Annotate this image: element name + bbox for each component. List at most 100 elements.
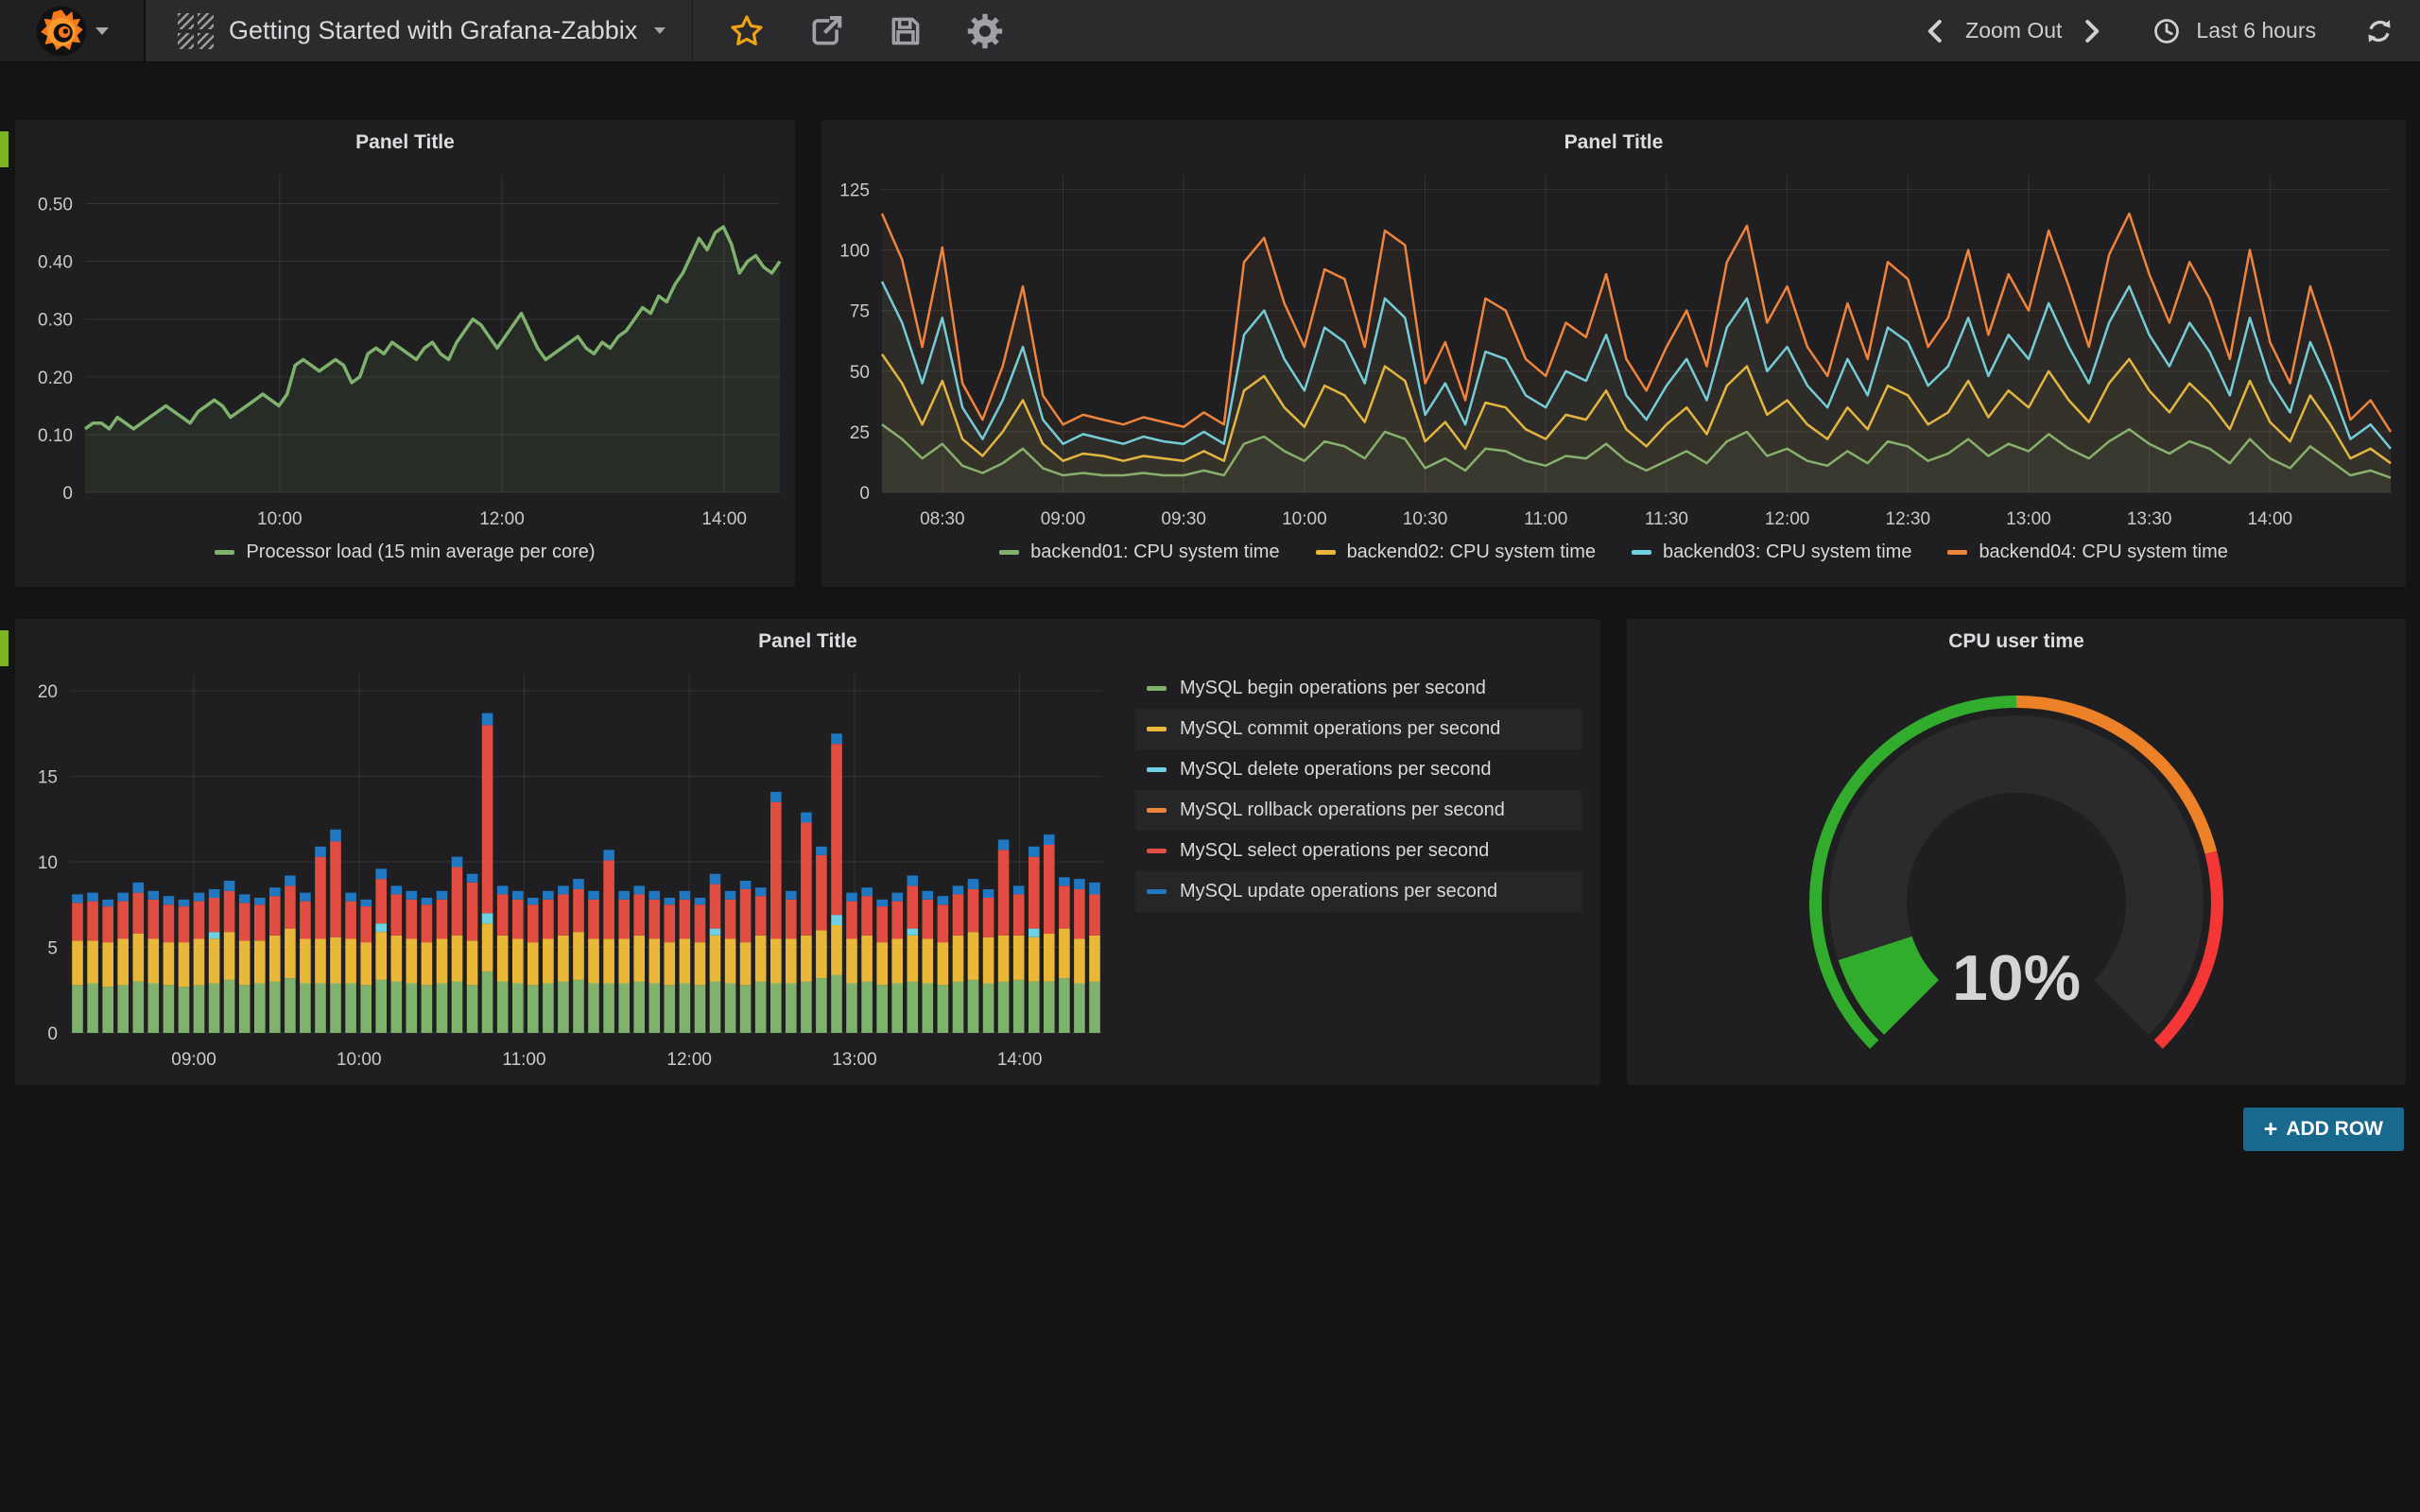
svg-text:09:00: 09:00 (171, 1050, 216, 1070)
svg-text:125: 125 (839, 180, 870, 200)
time-back-chevron-button[interactable] (1922, 17, 1950, 45)
dashboard-title-caret-icon (654, 27, 666, 34)
svg-text:0: 0 (859, 484, 870, 504)
legend-item[interactable]: backend02: CPU system time (1316, 541, 1596, 563)
legend-item[interactable]: MySQL commit operations per second (1135, 709, 1582, 749)
legend-label: MySQL update operations per second (1180, 881, 1497, 902)
svg-text:14:00: 14:00 (2248, 509, 2293, 529)
legend-label: backend01: CPU system time (1030, 541, 1279, 563)
dashboard-title: Getting Started with Grafana-Zabbix (229, 16, 637, 45)
legend-item[interactable]: backend03: CPU system time (1632, 541, 1911, 563)
zoom-out-button[interactable]: Zoom Out (1965, 18, 2062, 43)
dashboard-grid-icon (178, 13, 214, 49)
settings-gear-icon[interactable] (967, 13, 1003, 49)
legend-label: backend02: CPU system time (1347, 541, 1596, 563)
legend-color-dash-icon (1947, 550, 1967, 555)
row-collapse-tab-2[interactable] (0, 630, 9, 666)
svg-text:25: 25 (850, 423, 870, 443)
legend: backend01: CPU system time backend02: CPU… (821, 541, 2406, 563)
legend-label: MySQL delete operations per second (1180, 759, 1491, 781)
legend-item[interactable]: backend01: CPU system time (999, 541, 1279, 563)
grafana-menu-toggle[interactable] (0, 0, 146, 61)
dashboard-title-dropdown[interactable]: Getting Started with Grafana-Zabbix (146, 0, 693, 61)
legend-color-dash-icon (1632, 550, 1651, 555)
panel-cpu-system-time: Panel Title 025507510012508:3009:0009:30… (821, 120, 2406, 587)
grafana-menu-caret-icon (95, 27, 109, 35)
svg-text:12:30: 12:30 (1886, 509, 1931, 529)
legend-item[interactable]: Processor load (15 min average per core) (215, 541, 595, 563)
svg-text:0.40: 0.40 (38, 253, 73, 273)
cpu-system-time-chart[interactable]: 025507510012508:3009:0009:3010:0010:3011… (882, 175, 2391, 492)
svg-text:08:30: 08:30 (920, 509, 965, 529)
legend-item[interactable]: MySQL begin operations per second (1135, 668, 1582, 709)
svg-text:13:30: 13:30 (2127, 509, 2172, 529)
svg-text:14:00: 14:00 (701, 509, 747, 529)
row-collapse-tab-1[interactable] (0, 131, 9, 167)
svg-text:50: 50 (850, 363, 870, 383)
svg-text:11:00: 11:00 (502, 1050, 545, 1070)
svg-text:14:00: 14:00 (997, 1050, 1043, 1070)
save-button[interactable] (888, 13, 924, 49)
svg-text:0: 0 (47, 1024, 58, 1044)
time-forward-chevron-button[interactable] (2077, 17, 2105, 45)
add-row-button[interactable]: + ADD ROW (2243, 1108, 2404, 1151)
add-row-label: ADD ROW (2286, 1118, 2383, 1141)
svg-text:11:30: 11:30 (1645, 509, 1688, 529)
legend-label: Processor load (15 min average per core) (246, 541, 595, 563)
svg-text:0.30: 0.30 (38, 311, 73, 331)
svg-text:0.10: 0.10 (38, 426, 73, 446)
time-range-picker[interactable]: Last 6 hours (2196, 18, 2316, 43)
legend-color-dash-icon (1316, 550, 1336, 555)
panel-title[interactable]: Panel Title (15, 630, 1600, 653)
svg-text:0: 0 (62, 484, 73, 504)
panel-mysql-operations: Panel Title 0510152009:0010:0011:0012:00… (15, 619, 1600, 1085)
legend-item[interactable]: MySQL select operations per second (1135, 831, 1582, 871)
mysql-operations-chart[interactable]: 0510152009:0010:0011:0012:0013:0014:00 (70, 674, 1102, 1033)
legend: MySQL begin operations per second MySQL c… (1135, 668, 1582, 912)
legend-label: MySQL rollback operations per second (1180, 799, 1505, 821)
refresh-icon[interactable] (2365, 17, 2394, 45)
clock-icon (2152, 17, 2181, 45)
svg-text:5: 5 (47, 939, 58, 959)
legend-label: backend03: CPU system time (1663, 541, 1911, 563)
legend-color-dash-icon (1147, 889, 1167, 894)
panel-cpu-user-time: CPU user time 10% (1627, 619, 2406, 1085)
legend-item[interactable]: MySQL update operations per second (1135, 871, 1582, 912)
svg-text:10:00: 10:00 (337, 1050, 382, 1070)
legend: Processor load (15 min average per core) (15, 541, 795, 563)
legend-item[interactable]: MySQL delete operations per second (1135, 749, 1582, 790)
svg-text:10:00: 10:00 (1282, 509, 1327, 529)
legend-label: MySQL begin operations per second (1180, 678, 1486, 699)
svg-text:10:00: 10:00 (257, 509, 302, 529)
svg-text:12:00: 12:00 (479, 509, 525, 529)
svg-text:100: 100 (839, 242, 870, 262)
legend-color-dash-icon (1147, 849, 1167, 853)
svg-text:75: 75 (850, 302, 870, 322)
legend-color-dash-icon (1147, 767, 1167, 772)
processor-load-chart[interactable]: 00.100.200.300.400.5010:0012:0014:00 (85, 175, 780, 492)
panel-title[interactable]: Panel Title (15, 131, 795, 154)
legend-item[interactable]: MySQL rollback operations per second (1135, 790, 1582, 831)
star-favorite-button[interactable] (729, 13, 765, 49)
svg-text:10%: 10% (1952, 942, 2081, 1014)
legend-color-dash-icon (1147, 727, 1167, 731)
svg-text:13:00: 13:00 (2006, 509, 2051, 529)
svg-text:09:00: 09:00 (1041, 509, 1086, 529)
legend-label: backend04: CPU system time (1979, 541, 2227, 563)
legend-color-dash-icon (1147, 808, 1167, 813)
legend-item[interactable]: backend04: CPU system time (1947, 541, 2227, 563)
svg-text:0.20: 0.20 (38, 369, 73, 388)
svg-text:11:00: 11:00 (1524, 509, 1567, 529)
svg-text:0.50: 0.50 (38, 196, 73, 215)
plus-icon: + (2264, 1116, 2278, 1143)
svg-text:13:00: 13:00 (832, 1050, 877, 1070)
panel-title[interactable]: Panel Title (821, 131, 2406, 154)
grafana-logo-icon (35, 5, 88, 58)
svg-text:12:00: 12:00 (1765, 509, 1810, 529)
cpu-user-time-gauge[interactable]: 10% (1627, 619, 2406, 1085)
legend-color-dash-icon (215, 550, 234, 555)
legend-label: MySQL select operations per second (1180, 840, 1489, 862)
legend-color-dash-icon (1147, 686, 1167, 691)
share-button[interactable] (808, 13, 844, 49)
top-navbar: Getting Started with Grafana-Zabbix (0, 0, 2420, 62)
